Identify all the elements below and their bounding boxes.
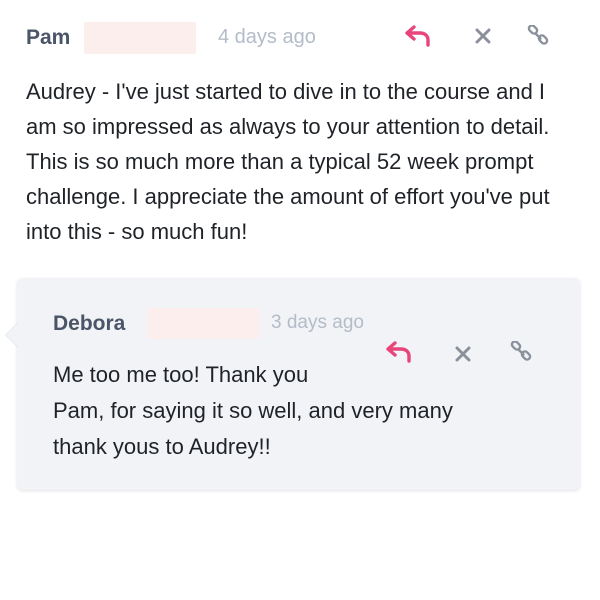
comment-author[interactable]: Pam (26, 26, 70, 50)
reply-icon[interactable] (404, 22, 432, 50)
redacted-username (147, 308, 259, 339)
delete-icon[interactable] (469, 22, 497, 50)
reply-timestamp[interactable]: 3 days ago (271, 312, 364, 334)
comment-body: Audrey - I've just started to dive in to… (26, 79, 550, 244)
reply-pointer (5, 322, 18, 348)
redacted-username (84, 22, 196, 54)
reply-author[interactable]: Debora (53, 312, 125, 336)
reply-body-line: thank yous to Audrey!! (53, 434, 271, 459)
reply-body-line: Pam, for saying it so well, and very man… (53, 398, 453, 423)
comments-page: Pam 4 days ago Audrey - I've just starte… (0, 0, 600, 600)
reply-body-line: Me too me too! Thank you (53, 362, 309, 387)
comment: Pam 4 days ago Audrey - I've just starte… (26, 16, 586, 249)
comment-timestamp[interactable]: 4 days ago (218, 26, 316, 49)
reply-body: Me too me too! Thank you Pam, for saying… (53, 357, 523, 465)
reply-content: Debora 3 days ago Me too me too! Thank y… (53, 308, 563, 478)
reply-card: Debora 3 days ago Me too me too! Thank y… (5, 278, 580, 490)
permalink-icon[interactable] (524, 22, 552, 50)
comment-header: Pam 4 days ago (26, 16, 586, 60)
